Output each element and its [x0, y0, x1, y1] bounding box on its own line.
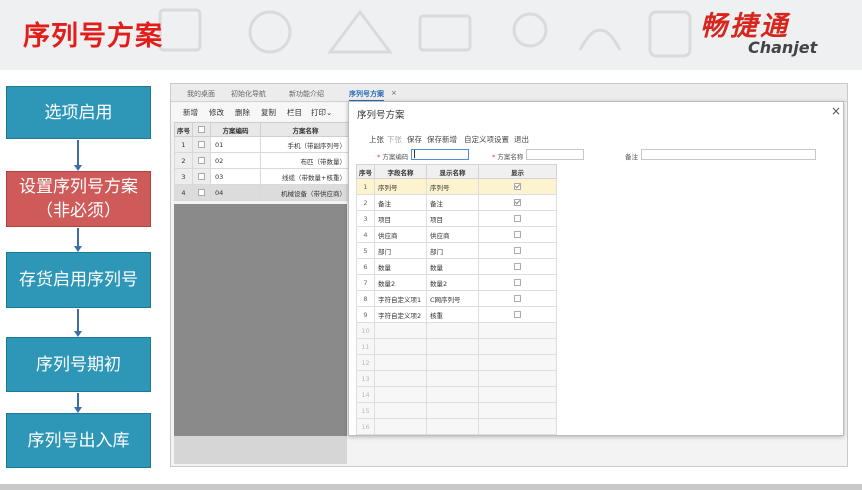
- show-checkbox[interactable]: [514, 215, 521, 222]
- row-checkbox[interactable]: [198, 141, 205, 148]
- close-icon[interactable]: ×: [831, 104, 841, 118]
- note-label: 备注: [625, 153, 638, 161]
- show-checkbox[interactable]: [514, 311, 521, 318]
- exit-button[interactable]: 退出: [514, 134, 529, 145]
- bottom-divider: [0, 484, 862, 490]
- table-row[interactable]: 4 04 机械设备（带供应商）: [174, 184, 351, 201]
- page-title: 序列号方案: [23, 21, 163, 52]
- save-button[interactable]: 保存: [407, 134, 422, 145]
- tab-close-icon[interactable]: ×: [391, 89, 397, 97]
- dialog-title: 序列号方案: [357, 110, 405, 121]
- scheme-code-label: * 方案编码: [377, 153, 409, 161]
- table-row: 17: [356, 434, 557, 435]
- flow-arrow: [77, 393, 79, 407]
- field-config-table: 序号 字段名称 显示名称 显示 1 序列号 序列号 2 备注 备注 3 项目 项…: [356, 164, 557, 435]
- table-row: 13: [356, 370, 557, 387]
- table-row[interactable]: 5 部门 部门: [356, 242, 557, 259]
- new-button[interactable]: 新增: [183, 107, 198, 118]
- column-header-display: 显示名称: [426, 164, 479, 179]
- table-row: 14: [356, 386, 557, 403]
- note-input[interactable]: [641, 149, 816, 160]
- step-serial-opening[interactable]: 序列号期初: [6, 337, 151, 392]
- table-row[interactable]: 2 备注 备注: [356, 194, 557, 211]
- table-row: 12: [356, 354, 557, 371]
- step-serial-in-out[interactable]: 序列号出入库: [6, 413, 151, 468]
- step-option-enable[interactable]: 选项启用: [6, 86, 151, 139]
- copy-button[interactable]: 复制: [261, 107, 276, 118]
- tab-desktop[interactable]: 我的桌面: [187, 89, 215, 99]
- row-checkbox[interactable]: [198, 157, 205, 164]
- table-row: 10: [356, 322, 557, 339]
- column-header-no: 序号: [174, 122, 193, 137]
- decorative-icons-background: [158, 8, 692, 58]
- show-checkbox[interactable]: [514, 295, 521, 302]
- step-inventory-serial[interactable]: 存货启用序列号: [6, 252, 151, 308]
- row-checkbox[interactable]: [198, 173, 205, 180]
- table-row[interactable]: 6 数量 数量: [356, 258, 557, 275]
- step-serial-scheme[interactable]: 设置序列号方案（非必须）: [6, 171, 151, 227]
- serial-scheme-dialog: 序列号方案 × 上张 下张 保存 保存新增 自定义项设置 退出 * 方案编码 *…: [348, 101, 844, 436]
- table-row: 16: [356, 418, 557, 435]
- show-checkbox[interactable]: [514, 231, 521, 238]
- table-row[interactable]: 4 供应商 供应商: [356, 226, 557, 243]
- row-checkbox[interactable]: [198, 189, 205, 196]
- table-row[interactable]: 3 03 线缆（带数量+核重）: [174, 168, 351, 185]
- next-button[interactable]: 下张: [387, 134, 402, 145]
- scheme-name-label: * 方案名称: [492, 153, 524, 161]
- slide-header: 序列号方案 畅捷通 Chanjet: [0, 0, 862, 70]
- table-row[interactable]: 3 项目 项目: [356, 210, 557, 227]
- slide: 序列号方案 畅捷通 Chanjet 选项启用 设置序列号方案（非必须） 存货启用…: [0, 0, 862, 490]
- scheme-code-input[interactable]: [411, 149, 469, 160]
- column-header-show: 显示: [478, 164, 557, 179]
- text-caret: [414, 150, 415, 158]
- scheme-name-input[interactable]: [526, 149, 584, 160]
- show-checkbox[interactable]: [514, 183, 521, 190]
- table-row[interactable]: 1 序列号 序列号: [356, 178, 557, 195]
- grid-empty-area: [174, 204, 347, 436]
- tab-new-features[interactable]: 新功能介绍: [289, 89, 324, 99]
- show-checkbox[interactable]: [514, 247, 521, 254]
- save-new-button[interactable]: 保存新增: [427, 134, 457, 145]
- flow-arrow: [77, 309, 79, 331]
- chevron-down-icon: ⌄: [326, 108, 333, 117]
- show-checkbox[interactable]: [514, 199, 521, 206]
- tab-bar: 我的桌面 初始化导航 新功能介绍 序列号方案 ×: [171, 84, 847, 102]
- table-row[interactable]: 1 01 手机（带副序列号）: [174, 136, 351, 153]
- column-header-code: 方案编码: [210, 122, 261, 137]
- table-row: 15: [356, 402, 557, 419]
- delete-button[interactable]: 删除: [235, 107, 250, 118]
- flow-arrow: [77, 140, 79, 165]
- table-row: 11: [356, 338, 557, 355]
- column-header-name: 方案名称: [260, 122, 351, 137]
- table-row[interactable]: 9 字符自定义项2 核重: [356, 306, 557, 323]
- brand-logo-en: Chanjet: [748, 38, 818, 57]
- edit-button[interactable]: 修改: [209, 107, 224, 118]
- column-header-check: [192, 122, 211, 137]
- show-checkbox[interactable]: [514, 279, 521, 286]
- select-all-checkbox[interactable]: [198, 126, 205, 133]
- flow-arrow: [77, 228, 79, 246]
- column-header-no: 序号: [356, 164, 375, 179]
- table-row[interactable]: 2 02 布匹（带数量）: [174, 152, 351, 169]
- table-row[interactable]: 8 字符自定义项1 C网序列号: [356, 290, 557, 307]
- custom-fields-button[interactable]: 自定义项设置: [464, 134, 509, 145]
- grid-footer: [174, 436, 347, 464]
- column-header-field: 字段名称: [374, 164, 427, 179]
- columns-button[interactable]: 栏目: [287, 107, 302, 118]
- tab-init-nav[interactable]: 初始化导航: [231, 89, 266, 99]
- scheme-list-table: 序号 方案编码 方案名称 1 01 手机（带副序列号） 2 02 布匹（带数量）…: [174, 122, 351, 201]
- prev-button[interactable]: 上张: [369, 134, 384, 145]
- print-button[interactable]: 打印⌄: [311, 107, 332, 118]
- table-row[interactable]: 7 数量2 数量2: [356, 274, 557, 291]
- show-checkbox[interactable]: [514, 263, 521, 270]
